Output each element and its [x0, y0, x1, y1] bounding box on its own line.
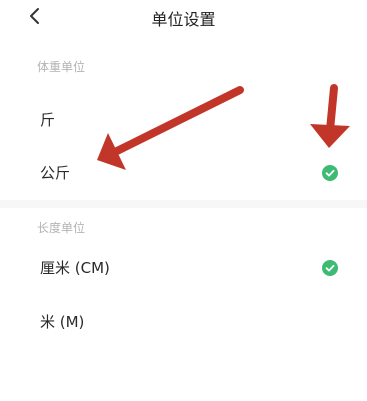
check-icon [322, 165, 338, 181]
unit-option-label: 斤 [40, 111, 56, 129]
unit-option-kg[interactable]: 公斤 [0, 149, 367, 195]
header: 单位设置 [0, 0, 367, 34]
unit-option-m[interactable]: 米 (M) [0, 298, 367, 344]
page-title: 单位设置 [151, 10, 216, 29]
section-divider [0, 200, 367, 208]
unit-option-cm[interactable]: 厘米 (CM) [0, 244, 367, 290]
unit-option-label: 公斤 [40, 164, 71, 182]
weight-section-label: 体重单位 [37, 60, 86, 74]
unit-option-label: 厘米 (CM) [40, 259, 110, 277]
unit-option-label: 米 (M) [40, 313, 85, 331]
length-section-label: 长度单位 [37, 221, 86, 235]
unit-option-jin[interactable]: 斤 [0, 96, 367, 142]
check-icon [322, 260, 338, 276]
